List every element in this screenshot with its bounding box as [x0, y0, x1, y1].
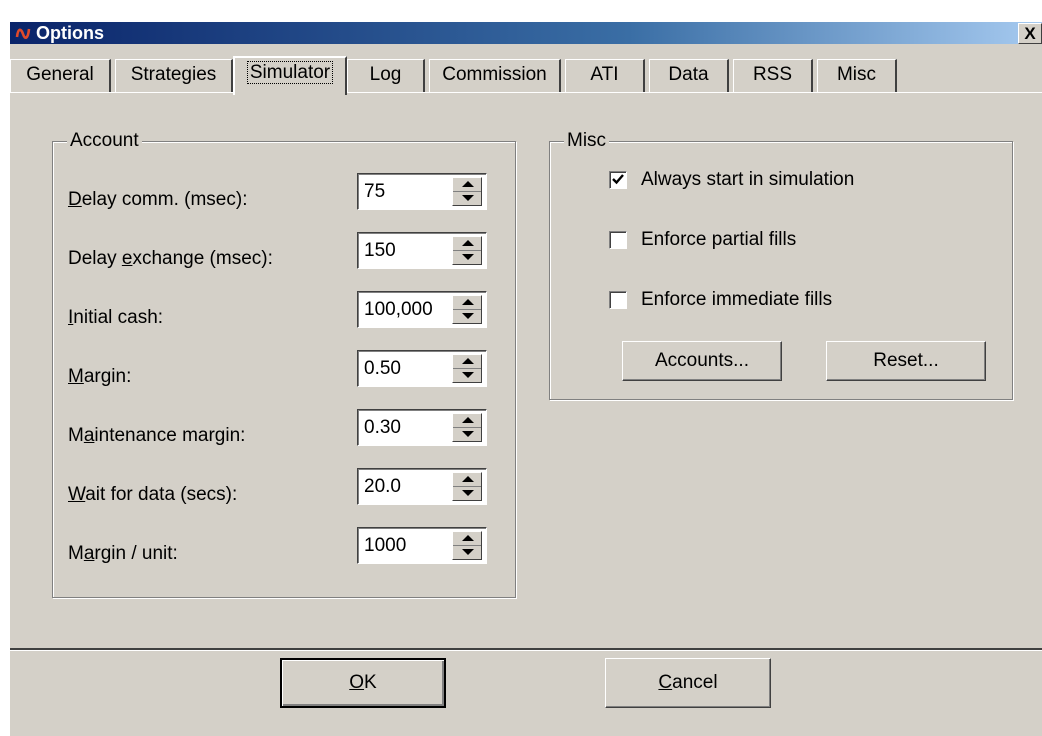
delay-exchange-value[interactable]: 150 — [364, 239, 396, 263]
margin-value[interactable]: 0.50 — [364, 357, 401, 381]
delay-comm-spin-buttons[interactable] — [452, 177, 482, 206]
margin-per-unit-spinner[interactable]: 1000 — [357, 527, 487, 564]
enforce-partial-fills-label[interactable]: Enforce partial fills — [641, 228, 796, 252]
enforce-immediate-fills-checkbox[interactable] — [609, 291, 627, 309]
misc-group-label: Misc — [564, 129, 610, 153]
tab-log[interactable]: Log — [347, 59, 425, 92]
close-icon: X — [1024, 24, 1036, 43]
always-start-in-simulation-label[interactable]: Always start in simulation — [641, 168, 854, 192]
wait-for-data-spin-buttons[interactable] — [452, 472, 482, 501]
maintenance-margin-spinner[interactable]: 0.30 — [357, 409, 487, 446]
ok-button[interactable]: OK — [280, 658, 446, 708]
arrow-up-icon[interactable] — [462, 358, 474, 364]
margin-per-unit-label: Margin / unit: — [68, 543, 178, 564]
wait-for-data-spinner[interactable]: 20.0 — [357, 468, 487, 505]
margin-spinner[interactable]: 0.50 — [357, 350, 487, 387]
delay-comm-value[interactable]: 75 — [364, 180, 385, 204]
app-logo-icon — [15, 28, 31, 39]
maintenance-margin-spin-buttons[interactable] — [452, 413, 482, 442]
tab-misc[interactable]: Misc — [817, 59, 897, 92]
arrow-down-icon[interactable] — [462, 549, 474, 555]
arrow-down-icon[interactable] — [462, 490, 474, 496]
tab-simulator[interactable]: Simulator — [233, 56, 347, 95]
enforce-partial-fills-checkbox[interactable] — [609, 231, 627, 249]
close-button[interactable]: X — [1018, 23, 1042, 44]
initial-cash-label: Initial cash: — [68, 307, 164, 328]
check-icon — [612, 174, 624, 185]
arrow-down-icon[interactable] — [462, 195, 474, 201]
delay-comm-label: Delay comm. (msec): — [68, 189, 248, 210]
margin-per-unit-value[interactable]: 1000 — [364, 534, 406, 558]
enforce-immediate-fills-label[interactable]: Enforce immediate fills — [641, 288, 832, 312]
initial-cash-value[interactable]: 100,000 — [364, 298, 433, 322]
tab-panel-edge — [10, 92, 1042, 93]
tab-commission[interactable]: Commission — [429, 59, 561, 92]
arrow-down-icon[interactable] — [462, 372, 474, 378]
margin-label: Margin: — [68, 366, 132, 387]
maintenance-margin-value[interactable]: 0.30 — [364, 416, 401, 440]
initial-cash-spinner[interactable]: 100,000 — [357, 291, 487, 328]
margin-spin-buttons[interactable] — [452, 354, 482, 383]
always-start-in-simulation-checkbox[interactable] — [609, 171, 627, 189]
options-dialog: Options X General Strategies Simulator L… — [10, 22, 1042, 736]
arrow-down-icon[interactable] — [462, 431, 474, 437]
footer-separator-highlight — [10, 650, 1042, 651]
arrow-up-icon[interactable] — [462, 181, 474, 187]
delay-exchange-spinner[interactable]: 150 — [357, 232, 487, 269]
tab-strategies[interactable]: Strategies — [115, 59, 233, 92]
tab-ati[interactable]: ATI — [565, 59, 645, 92]
delay-comm-spinner[interactable]: 75 — [357, 173, 487, 210]
arrow-up-icon[interactable] — [462, 299, 474, 305]
arrow-up-icon[interactable] — [462, 240, 474, 246]
initial-cash-spin-buttons[interactable] — [452, 295, 482, 324]
maintenance-margin-label: Maintenance margin: — [68, 425, 246, 446]
reset-button[interactable]: Reset... — [826, 341, 986, 381]
account-group-label: Account — [67, 129, 142, 153]
margin-per-unit-spin-buttons[interactable] — [452, 531, 482, 560]
window-title: Options — [36, 23, 104, 43]
arrow-up-icon[interactable] — [462, 417, 474, 423]
arrow-up-icon[interactable] — [462, 476, 474, 482]
tab-general[interactable]: General — [10, 59, 111, 92]
arrow-up-icon[interactable] — [462, 535, 474, 541]
tab-data[interactable]: Data — [649, 59, 729, 92]
delay-exchange-label: Delay exchange (msec): — [68, 248, 273, 269]
cancel-button[interactable]: Cancel — [605, 658, 771, 708]
title-bar[interactable]: Options X — [10, 22, 1042, 44]
delay-exchange-spin-buttons[interactable] — [452, 236, 482, 265]
arrow-down-icon[interactable] — [462, 254, 474, 260]
wait-for-data-value[interactable]: 20.0 — [364, 475, 401, 499]
accounts-button[interactable]: Accounts... — [622, 341, 782, 381]
arrow-down-icon[interactable] — [462, 313, 474, 319]
tab-rss[interactable]: RSS — [733, 59, 813, 92]
wait-for-data-label: Wait for data (secs): — [68, 484, 238, 505]
